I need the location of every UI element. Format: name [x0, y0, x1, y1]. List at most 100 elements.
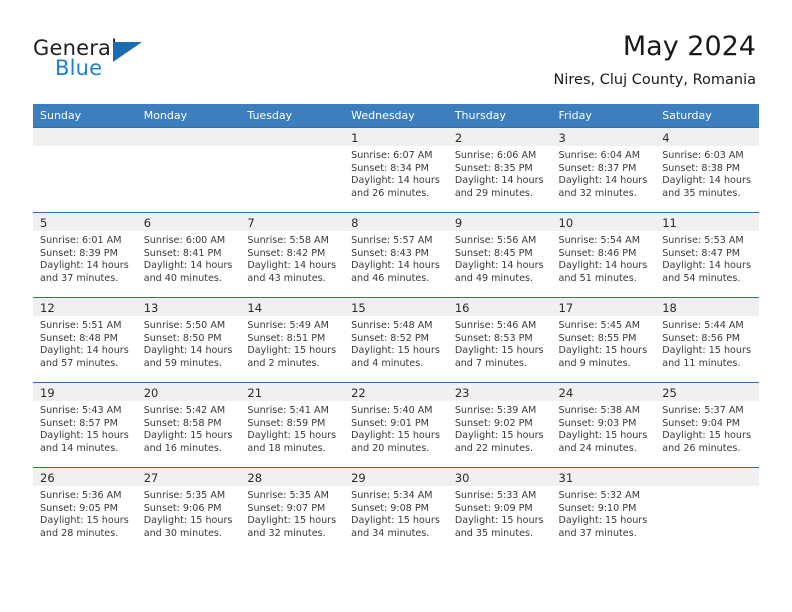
day-cell-inner: 6 Sunrise: 6:00 AM Sunset: 8:41 PM Daylight… [136, 213, 241, 297]
calendar-day-cell[interactable]: 13 Sunrise: 5:50 AM Sunset: 8:50 PM Dayligh… [136, 297, 241, 383]
day-details: Sunrise: 5:34 AM Sunset: 9:08 PM Daylight:… [344, 486, 448, 540]
day-details: Sunrise: 5:39 AM Sunset: 9:02 PM Daylight:… [448, 401, 552, 455]
daylight-text-line2: and 11 minutes. [662, 357, 741, 369]
sunrise-text: Sunrise: 5:43 AM [40, 405, 122, 416]
day-cell-inner: 14 Sunrise: 5:49 AM Sunset: 8:51 PM Dayligh… [240, 298, 345, 382]
calendar-day-cell[interactable]: 9 Sunrise: 5:56 AM Sunset: 8:45 PM Daylight… [447, 212, 552, 298]
day-cell-inner: 12 Sunrise: 5:51 AM Sunset: 8:48 PM Dayligh… [33, 298, 137, 382]
daylight-text-line2: and 32 minutes. [247, 527, 326, 539]
day-details: Sunrise: 5:33 AM Sunset: 9:09 PM Daylight:… [448, 486, 552, 540]
sunrise-text: Sunrise: 5:33 AM [454, 490, 537, 501]
calendar-day-cell[interactable]: 1 Sunrise: 6:07 AM Sunset: 8:34 PM Daylight… [344, 127, 448, 213]
day-details: Sunrise: 5:44 AM Sunset: 8:56 PM Daylight:… [655, 316, 759, 370]
calendar-day-cell[interactable]: 19 Sunrise: 5:43 AM Sunset: 8:57 PM Dayligh… [33, 382, 137, 468]
calendar-day-cell[interactable]: 14 Sunrise: 5:49 AM Sunset: 8:51 PM Dayligh… [240, 297, 345, 383]
sunrise-text: Sunrise: 5:42 AM [143, 405, 226, 416]
calendar-day-cell[interactable]: 15 Sunrise: 5:48 AM Sunset: 8:52 PM Dayligh… [344, 297, 448, 383]
calendar-day-cell[interactable]: 27 Sunrise: 5:35 AM Sunset: 9:06 PM Dayligh… [136, 467, 241, 552]
calendar-day-cell[interactable]: 20 Sunrise: 5:42 AM Sunset: 8:58 PM Dayligh… [136, 382, 241, 468]
calendar-day-cell[interactable]: 12 Sunrise: 5:51 AM Sunset: 8:48 PM Dayligh… [33, 297, 137, 383]
calendar-day-cell[interactable]: 23 Sunrise: 5:39 AM Sunset: 9:02 PM Dayligh… [447, 382, 552, 468]
sunset-text: Sunset: 8:42 PM [247, 247, 326, 259]
calendar-day-cell[interactable]: 24 Sunrise: 5:38 AM Sunset: 9:03 PM Dayligh… [551, 382, 656, 468]
day-details: Sunrise: 5:50 AM Sunset: 8:50 PM Daylight:… [137, 316, 241, 370]
calendar-day-cell[interactable]: 5 Sunrise: 6:01 AM Sunset: 8:39 PM Daylight… [33, 212, 137, 298]
day-details: Sunrise: 5:56 AM Sunset: 8:45 PM Daylight:… [448, 231, 552, 285]
sunset-text: Sunset: 9:07 PM [247, 502, 326, 514]
calendar-day-cell[interactable]: 2 Sunrise: 6:06 AM Sunset: 8:35 PM Daylight… [447, 127, 552, 213]
day-number-band: 17 [551, 298, 656, 316]
calendar-day-cell[interactable]: 17 Sunrise: 5:45 AM Sunset: 8:55 PM Dayligh… [551, 297, 656, 383]
calendar-day-cell[interactable]: 18 Sunrise: 5:44 AM Sunset: 8:56 PM Dayligh… [655, 297, 759, 383]
day-details: Sunrise: 6:00 AM Sunset: 8:41 PM Daylight:… [137, 231, 241, 285]
daylight-text-line2: and 4 minutes. [351, 357, 424, 369]
calendar-page: General Blue May 2024 Nires, Cluj County… [0, 0, 792, 612]
day-cell-inner: 7 Sunrise: 5:58 AM Sunset: 8:42 PM Daylight… [240, 213, 345, 297]
sunset-text: Sunset: 9:04 PM [662, 417, 741, 429]
calendar-day-cell[interactable]: 7 Sunrise: 5:58 AM Sunset: 8:42 PM Daylight… [240, 212, 345, 298]
triangle-flag-icon [113, 42, 142, 62]
day-number-band [655, 468, 759, 486]
calendar-day-cell[interactable]: 6 Sunrise: 6:00 AM Sunset: 8:41 PM Daylight… [136, 212, 241, 298]
day-details: Sunrise: 5:38 AM Sunset: 9:03 PM Daylight:… [552, 401, 656, 455]
sunset-text: Sunset: 8:34 PM [351, 162, 429, 174]
day-number-band: 28 [240, 468, 345, 486]
daylight-text-line1: Daylight: 14 hours [454, 260, 544, 272]
calendar-day-cell[interactable]: 3 Sunrise: 6:04 AM Sunset: 8:37 PM Daylight… [551, 127, 656, 213]
sunrise-text: Sunrise: 5:56 AM [454, 235, 537, 246]
day-cell-inner: 30 Sunrise: 5:33 AM Sunset: 9:09 PM Dayligh… [447, 468, 552, 552]
day-cell-inner: 23 Sunrise: 5:39 AM Sunset: 9:02 PM Dayligh… [447, 383, 552, 467]
day-cell-inner: 26 Sunrise: 5:36 AM Sunset: 9:05 PM Dayligh… [33, 468, 137, 552]
day-cell-inner [136, 128, 241, 212]
sunrise-text: Sunrise: 5:44 AM [662, 320, 744, 331]
day-number: 23 [454, 386, 470, 400]
day-number: 4 [662, 131, 670, 145]
day-number: 25 [662, 386, 677, 400]
daylight-text-line1: Daylight: 14 hours [558, 260, 648, 272]
day-cell-inner [655, 468, 759, 552]
daylight-text-line1: Daylight: 15 hours [662, 345, 751, 357]
day-cell-inner: 17 Sunrise: 5:45 AM Sunset: 8:55 PM Dayligh… [551, 298, 656, 382]
calendar-day-cell[interactable]: 26 Sunrise: 5:36 AM Sunset: 9:05 PM Dayligh… [33, 467, 137, 552]
sunset-text: Sunset: 8:53 PM [454, 332, 533, 344]
day-cell-inner: 22 Sunrise: 5:40 AM Sunset: 9:01 PM Dayligh… [344, 383, 448, 467]
calendar-day-cell[interactable]: 25 Sunrise: 5:37 AM Sunset: 9:04 PM Dayligh… [655, 382, 759, 468]
daylight-text-line2: and 32 minutes. [558, 187, 637, 199]
sunrise-text: Sunrise: 6:07 AM [351, 150, 433, 161]
calendar-day-cell[interactable]: 29 Sunrise: 5:34 AM Sunset: 9:08 PM Dayligh… [344, 467, 448, 552]
calendar-day-cell[interactable]: 31 Sunrise: 5:32 AM Sunset: 9:10 PM Dayligh… [551, 467, 656, 552]
calendar-day-cell[interactable]: 11 Sunrise: 5:53 AM Sunset: 8:47 PM Dayligh… [655, 212, 759, 298]
day-number-band [33, 128, 137, 146]
day-number-band: 19 [33, 383, 137, 401]
daylight-text-line1: Daylight: 15 hours [247, 345, 337, 357]
brand-name-blue: Blue [55, 56, 103, 80]
sunrise-text: Sunrise: 5:39 AM [454, 405, 537, 416]
calendar-day-cell[interactable]: 22 Sunrise: 5:40 AM Sunset: 9:01 PM Dayligh… [344, 382, 448, 468]
daylight-text-line2: and 34 minutes. [351, 527, 430, 539]
sunrise-text: Sunrise: 5:38 AM [558, 405, 640, 416]
sunset-text: Sunset: 8:59 PM [247, 417, 326, 429]
calendar-day-cell[interactable]: 4 Sunrise: 6:03 AM Sunset: 8:38 PM Daylight… [655, 127, 759, 213]
calendar-day-cell[interactable]: 30 Sunrise: 5:33 AM Sunset: 9:09 PM Dayligh… [447, 467, 552, 552]
daylight-text-line2: and 7 minutes. [454, 357, 527, 369]
calendar-week-row: 26 Sunrise: 5:36 AM Sunset: 9:05 PM Dayligh… [33, 467, 759, 552]
sunset-text: Sunset: 8:45 PM [454, 247, 533, 259]
daylight-text-line1: Daylight: 14 hours [454, 175, 544, 187]
calendar-day-cell[interactable]: 28 Sunrise: 5:35 AM Sunset: 9:07 PM Dayligh… [240, 467, 345, 552]
calendar-day-cell[interactable]: 21 Sunrise: 5:41 AM Sunset: 8:59 PM Dayligh… [240, 382, 345, 468]
day-number: 18 [662, 301, 677, 315]
weekday-header-thursday: Thursday [447, 104, 552, 128]
daylight-text-line2: and 16 minutes. [143, 442, 222, 454]
calendar-day-cell[interactable]: 8 Sunrise: 5:57 AM Sunset: 8:43 PM Daylight… [344, 212, 448, 298]
calendar-day-cell[interactable]: 10 Sunrise: 5:54 AM Sunset: 8:46 PM Dayligh… [551, 212, 656, 298]
calendar-day-cell[interactable]: 16 Sunrise: 5:46 AM Sunset: 8:53 PM Dayligh… [447, 297, 552, 383]
daylight-text-line2: and 46 minutes. [351, 272, 430, 284]
sunrise-text: Sunrise: 5:48 AM [351, 320, 433, 331]
brand-logo[interactable]: General Blue [33, 36, 263, 90]
day-cell-inner: 10 Sunrise: 5:54 AM Sunset: 8:46 PM Dayligh… [551, 213, 656, 297]
day-details: Sunrise: 6:07 AM Sunset: 8:34 PM Daylight:… [344, 146, 448, 200]
day-number: 6 [143, 216, 152, 230]
sunset-text: Sunset: 9:09 PM [454, 502, 533, 514]
day-details: Sunrise: 5:51 AM Sunset: 8:48 PM Daylight:… [33, 316, 137, 370]
calendar-table: Sunday Monday Tuesday Wednesday Thursday… [33, 104, 759, 552]
